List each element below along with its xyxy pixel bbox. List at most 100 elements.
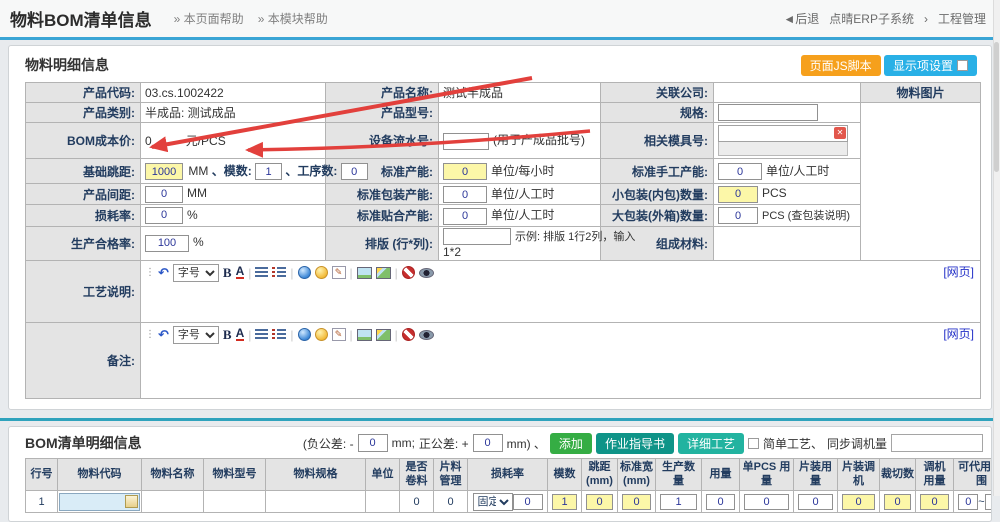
block-icon[interactable] — [402, 266, 415, 279]
link-globe-icon[interactable] — [298, 266, 311, 279]
note-webpage-link[interactable]: [网页] — [943, 325, 974, 342]
edit-icon[interactable]: ✎ — [332, 266, 346, 279]
pitch-row-input[interactable] — [586, 494, 613, 510]
bold-icon[interactable]: B — [223, 327, 232, 343]
substitute-from-input[interactable] — [958, 494, 978, 510]
outer-pack-input[interactable] — [718, 207, 758, 224]
serial-input[interactable] — [443, 133, 489, 150]
scrollbar-thumb[interactable] — [994, 42, 999, 172]
adjust-usage-input[interactable] — [920, 494, 949, 510]
pack-capacity-input[interactable] — [443, 186, 487, 203]
display-settings-checkbox[interactable] — [957, 60, 968, 71]
neg-tolerance-input[interactable] — [358, 434, 388, 452]
craft-webpage-link[interactable]: [网页] — [943, 263, 974, 280]
link-globe-icon[interactable] — [298, 328, 311, 341]
font-size-select[interactable]: 字号 — [173, 326, 219, 344]
modulus-label: 、模数: — [212, 164, 252, 178]
modulus-input[interactable] — [255, 163, 282, 180]
base-pitch-input[interactable] — [145, 163, 183, 180]
pcs-usage-input[interactable] — [744, 494, 789, 510]
process-count-input[interactable] — [341, 163, 368, 180]
breadcrumb: ◄后退 点晴ERP子系统 › 工程管理 — [783, 10, 986, 27]
edit-icon[interactable]: ✎ — [332, 328, 346, 341]
bom-column-header: 物料型号 — [204, 458, 266, 491]
product-name-value: 测试半成品 — [439, 83, 601, 103]
preview-eye-icon[interactable] — [419, 268, 434, 278]
spacing-input[interactable] — [145, 186, 183, 203]
std-width-input[interactable] — [622, 494, 651, 510]
manual-capacity-input[interactable] — [718, 163, 762, 180]
material-code-picker-icon[interactable] — [125, 495, 138, 508]
page-help-link[interactable]: » 本页面帮助 — [174, 10, 244, 27]
spec-input[interactable] — [718, 104, 818, 121]
sync-adjust-input[interactable] — [891, 434, 983, 452]
work-instruction-button[interactable]: 作业指导书 — [596, 433, 674, 454]
company-value — [714, 83, 861, 103]
align-icon[interactable] — [255, 267, 268, 278]
note-editor[interactable]: [网页] ⋮ ↶ 字号 B A | | ✎ | | — [141, 322, 981, 398]
detailed-craft-button[interactable]: 详细工艺 — [678, 433, 744, 454]
emoji-icon[interactable] — [315, 266, 328, 279]
module-help-link[interactable]: » 本模块帮助 — [258, 10, 328, 27]
base-pitch-unit: MM — [188, 164, 208, 178]
usage-input[interactable] — [706, 494, 735, 510]
laminate-capacity-input[interactable] — [443, 208, 487, 225]
upload-image-icon[interactable] — [376, 267, 391, 279]
sheet-managed-cell: 0 — [434, 491, 468, 513]
undo-icon[interactable]: ↶ — [158, 266, 169, 279]
list-icon[interactable] — [272, 329, 286, 340]
emoji-icon[interactable] — [315, 328, 328, 341]
loss-rate-input[interactable] — [145, 207, 183, 224]
font-color-icon[interactable]: A — [236, 266, 245, 279]
company-label: 关联公司: — [601, 83, 714, 103]
material-image-cell — [861, 103, 981, 261]
production-qty-input[interactable] — [660, 494, 697, 510]
pos-tolerance-unit: mm) 、 — [507, 435, 546, 452]
loss-rate-row-input[interactable] — [513, 494, 543, 510]
block-icon[interactable] — [402, 328, 415, 341]
font-size-select[interactable]: 字号 — [173, 264, 219, 282]
font-color-icon[interactable]: A — [236, 328, 245, 341]
mold-number-field[interactable]: ✕ — [718, 125, 848, 156]
clear-icon[interactable]: ✕ — [834, 127, 846, 139]
add-button[interactable]: 添加 — [550, 433, 592, 454]
unit-cell — [366, 491, 400, 513]
breadcrumb-system[interactable]: 点晴ERP子系统 — [829, 10, 914, 27]
align-icon[interactable] — [255, 329, 268, 340]
layout-input[interactable] — [443, 228, 511, 245]
pos-tolerance-input[interactable] — [473, 434, 503, 452]
insert-image-icon[interactable] — [357, 267, 372, 279]
preview-eye-icon[interactable] — [419, 330, 434, 340]
bom-list-panel: BOM清单明细信息 (负公差: - mm; 正公差: + mm) 、 添加 作业… — [8, 426, 992, 522]
pass-rate-input[interactable] — [145, 235, 189, 252]
page-js-script-button[interactable]: 页面JS脚本 — [801, 55, 881, 76]
simple-craft-checkbox[interactable] — [748, 438, 759, 449]
substitute-to-input[interactable] — [985, 494, 992, 510]
scrollbar[interactable] — [993, 0, 1000, 496]
sheet-adjust-input[interactable] — [842, 494, 875, 510]
bom-column-header: 片装调机 — [838, 458, 880, 491]
sheet-usage-input[interactable] — [798, 494, 833, 510]
inner-pack-input[interactable] — [718, 186, 758, 203]
back-link[interactable]: ◄后退 — [783, 10, 819, 27]
help-links: » 本页面帮助 » 本模块帮助 — [174, 10, 328, 27]
breadcrumb-module[interactable]: 工程管理 — [938, 10, 986, 27]
list-icon[interactable] — [272, 267, 286, 278]
display-settings-button[interactable]: 显示项设置 — [884, 55, 977, 76]
layout-hint-example: 1*2 — [443, 245, 596, 259]
modulus-row-input[interactable] — [552, 494, 577, 510]
manual-capacity-unit: 单位/人工时 — [766, 164, 829, 178]
upload-image-icon[interactable] — [376, 329, 391, 341]
insert-image-icon[interactable] — [357, 329, 372, 341]
cut-count-input[interactable] — [884, 494, 911, 510]
product-name-label: 产品名称: — [326, 83, 439, 103]
bom-list-title: BOM清单明细信息 — [25, 433, 142, 453]
craft-editor[interactable]: [网页] ⋮ ↶ 字号 B A | | ✎ | | — [141, 260, 981, 322]
outer-pack-unit: PCS (查包装说明) — [762, 210, 850, 222]
bom-column-header: 调机 用量 — [916, 458, 954, 491]
sync-adjust-label: 同步调机量 — [827, 435, 887, 452]
undo-icon[interactable]: ↶ — [158, 328, 169, 341]
std-capacity-input[interactable] — [443, 163, 487, 180]
product-code-label: 产品代码: — [26, 83, 141, 103]
bold-icon[interactable]: B — [223, 265, 232, 281]
